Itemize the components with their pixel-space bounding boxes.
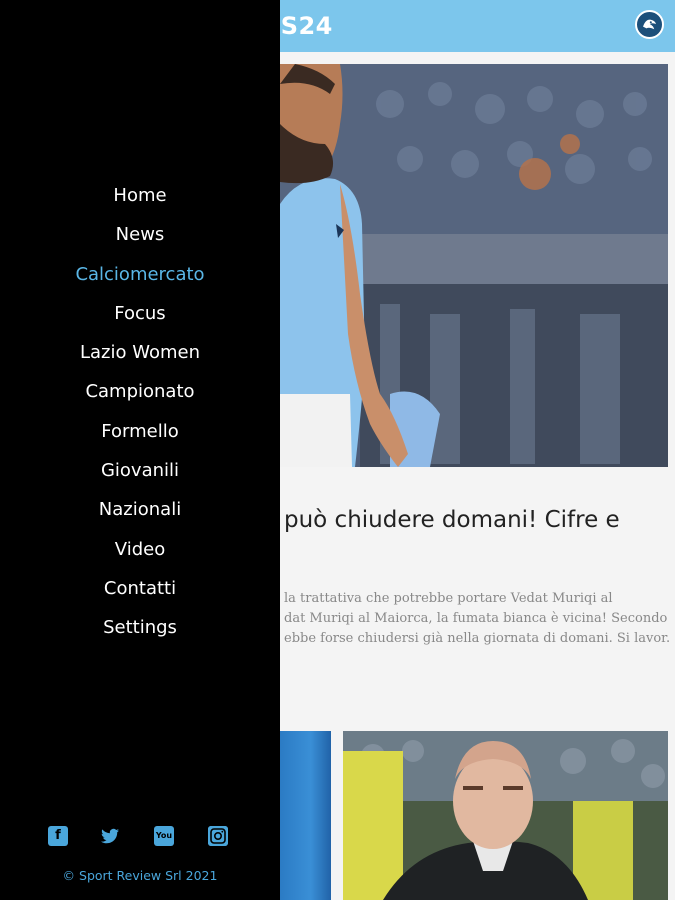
drawer-menu: Home News Calciomercato Focus Lazio Wome…: [0, 176, 280, 648]
twitter-icon[interactable]: [100, 826, 120, 846]
navigation-drawer: Home News Calciomercato Focus Lazio Wome…: [0, 0, 280, 900]
article-hero-image[interactable]: [280, 64, 668, 467]
instagram-icon[interactable]: [208, 826, 228, 846]
article-card-thumbnail[interactable]: [343, 731, 668, 900]
menu-item-calciomercato[interactable]: Calciomercato: [0, 255, 280, 294]
copyright-text: © Sport Review Srl 2021: [62, 868, 218, 883]
excerpt-line: ebbe forse chiudersi già nella giornata …: [284, 631, 669, 646]
menu-item-settings[interactable]: Settings: [0, 608, 280, 647]
menu-item-contatti[interactable]: Contatti: [0, 569, 280, 608]
social-links: f You: [0, 826, 280, 848]
menu-item-video[interactable]: Video: [0, 530, 280, 569]
menu-item-focus[interactable]: Focus: [0, 294, 280, 333]
menu-item-giovanili[interactable]: Giovanili: [0, 451, 280, 490]
article-headline[interactable]: può chiudere domani! Cifre e: [284, 504, 669, 536]
excerpt-line: la trattativa che potrebbe portare Vedat…: [284, 591, 613, 606]
article-card-thumbnail[interactable]: [280, 731, 331, 900]
youtube-icon[interactable]: You: [154, 826, 174, 846]
menu-item-home[interactable]: Home: [0, 176, 280, 215]
menu-item-news[interactable]: News: [0, 215, 280, 254]
menu-item-campionato[interactable]: Campionato: [0, 372, 280, 411]
lazio-eagle-badge-icon[interactable]: [635, 10, 664, 39]
article-excerpt: la trattativa che potrebbe portare Vedat…: [284, 589, 669, 649]
menu-item-lazio-women[interactable]: Lazio Women: [0, 333, 280, 372]
menu-item-nazionali[interactable]: Nazionali: [0, 490, 280, 529]
facebook-icon[interactable]: f: [48, 826, 68, 846]
excerpt-line: dat Muriqi al Maiorca, la fumata bianca …: [284, 611, 668, 626]
menu-item-formello[interactable]: Formello: [0, 412, 280, 451]
